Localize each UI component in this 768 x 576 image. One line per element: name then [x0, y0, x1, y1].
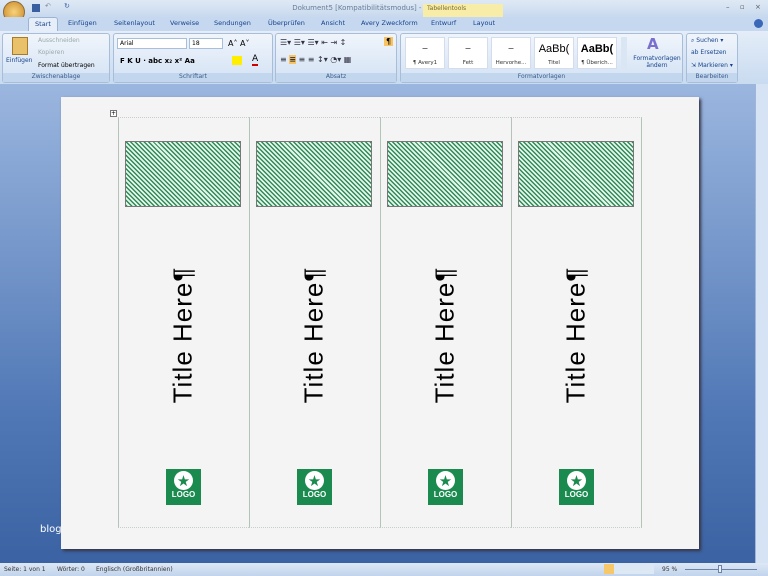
find-button[interactable]: ⌕ Suchen ▾ [691, 37, 723, 45]
table-tools-context: Tabellentools [423, 4, 503, 17]
vertical-scrollbar[interactable] [755, 84, 768, 563]
group-label: Formatvorlagen [401, 73, 682, 82]
star-icon: ★ [436, 471, 455, 490]
label-title[interactable]: Title Here¶ [168, 255, 199, 415]
star-icon: ★ [174, 471, 193, 490]
zoom-slider-thumb[interactable] [718, 565, 722, 573]
show-marks-icon[interactable]: ¶ [384, 37, 394, 46]
group-label: Zwischenablage [3, 73, 109, 82]
paste-icon[interactable] [12, 37, 28, 55]
group-paragraph: ☰▾ ☰▾ ☰▾ ⇤ ⇥ ↕ ¶ ≡ ≡ ≡ ≡ ↕▾ ◔▾ ▦ Absatz [275, 33, 397, 83]
tab-ueberpruefen[interactable]: Überprüfen [268, 19, 305, 27]
highlight-icon[interactable] [232, 56, 242, 65]
paste-button[interactable]: Einfügen [6, 57, 32, 64]
window-title: Dokument5 [Kompatibilitätsmodus] - Micro… [292, 4, 476, 12]
font-color-icon[interactable]: A [252, 54, 259, 66]
tab-ansicht[interactable]: Ansicht [321, 19, 345, 27]
font-name-select[interactable]: Arial [117, 38, 187, 49]
view-buttons[interactable] [604, 564, 654, 574]
logo: ★ LOGO [166, 469, 201, 505]
change-styles-button[interactable]: Formatvorlagen ändern [632, 55, 682, 69]
language[interactable]: Englisch (Großbritannien) [96, 566, 173, 573]
close-button[interactable]: × [755, 3, 761, 11]
tab-seitenlayout[interactable]: Seitenlayout [114, 19, 155, 27]
group-label: Absatz [276, 73, 396, 82]
image-placeholder[interactable] [518, 141, 634, 207]
star-icon: ★ [567, 471, 586, 490]
font-size-select[interactable]: 18 [189, 38, 223, 49]
style-avery1[interactable]: — ¶ Avery1 [405, 37, 445, 69]
group-editing: ⌕ Suchen ▾ ab Ersetzen ⇲ Markieren ▾ Bea… [686, 33, 738, 83]
group-font: Arial 18 A˄ A˅ F K U · abc x₂ x² Aa A Sc… [113, 33, 273, 83]
label-title[interactable]: Title Here¶ [430, 255, 461, 415]
tab-sendungen[interactable]: Sendungen [214, 19, 251, 27]
logo: ★ LOGO [559, 469, 594, 505]
group-label: Schriftart [114, 73, 272, 82]
label-title[interactable]: Title Here¶ [299, 255, 330, 415]
align-icons[interactable]: ≡ ≡ ≡ ≡ ↕▾ ◔▾ ▦ [280, 55, 351, 64]
image-placeholder[interactable] [125, 141, 241, 207]
word-count[interactable]: Wörter: 0 [57, 566, 85, 573]
maximize-button[interactable]: ▫ [740, 3, 745, 11]
list-icons[interactable]: ☰▾ ☰▾ ☰▾ ⇤ ⇥ ↕ [280, 38, 346, 47]
styles-scroll[interactable] [621, 37, 627, 69]
label-title[interactable]: Title Here¶ [561, 255, 592, 415]
style-ueberschrift[interactable]: AaBb(¶ Überich... [577, 37, 617, 69]
logo: ★ LOGO [297, 469, 332, 505]
style-fett[interactable]: — Fett [448, 37, 488, 69]
tab-einfuegen[interactable]: Einfügen [68, 19, 97, 27]
minimize-button[interactable]: – [726, 3, 730, 11]
ribbon-tabs: Einfügen Seitenlayout Verweise Sendungen… [0, 17, 768, 31]
star-icon: ★ [305, 471, 324, 490]
style-titel[interactable]: AaBb(¶ Überich...Titel [534, 37, 574, 69]
change-styles-icon[interactable]: A [647, 35, 659, 53]
group-clipboard: Einfügen Ausschneiden Kopieren Format üb… [2, 33, 110, 83]
tab-verweise[interactable]: Verweise [170, 19, 199, 27]
tab-avery[interactable]: Avery Zweckform [361, 19, 418, 27]
replace-button[interactable]: ab Ersetzen [691, 49, 726, 56]
status-bar: Seite: 1 von 1 Wörter: 0 Englisch (Großb… [0, 563, 768, 576]
title-bar: ↶ ↻ Dokument5 [Kompatibilitätsmodus] - M… [0, 0, 768, 23]
table-move-handle[interactable]: + [110, 110, 117, 117]
cut-button[interactable]: Ausschneiden [38, 37, 80, 44]
tab-layout[interactable]: Layout [473, 19, 495, 27]
watermark: blog [40, 524, 62, 535]
format-painter-button[interactable]: Format übertragen [38, 62, 95, 69]
style-hervorhebung[interactable]: — Hervorhe... [491, 37, 531, 69]
grow-font-icon[interactable]: A˄ A˅ [228, 39, 250, 48]
image-placeholder[interactable] [256, 141, 372, 207]
image-placeholder[interactable] [387, 141, 503, 207]
copy-button[interactable]: Kopieren [38, 49, 64, 56]
select-button[interactable]: ⇲ Markieren ▾ [691, 62, 733, 69]
tab-entwurf[interactable]: Entwurf [431, 19, 456, 27]
tab-start[interactable]: Start [28, 17, 58, 31]
format-buttons[interactable]: F K U · abc x₂ x² Aa [120, 57, 195, 65]
group-label: Bearbeiten [687, 73, 737, 82]
logo: ★ LOGO [428, 469, 463, 505]
help-icon[interactable] [754, 19, 763, 28]
page-count[interactable]: Seite: 1 von 1 [4, 566, 46, 573]
zoom-level[interactable]: 95 % [662, 566, 677, 573]
